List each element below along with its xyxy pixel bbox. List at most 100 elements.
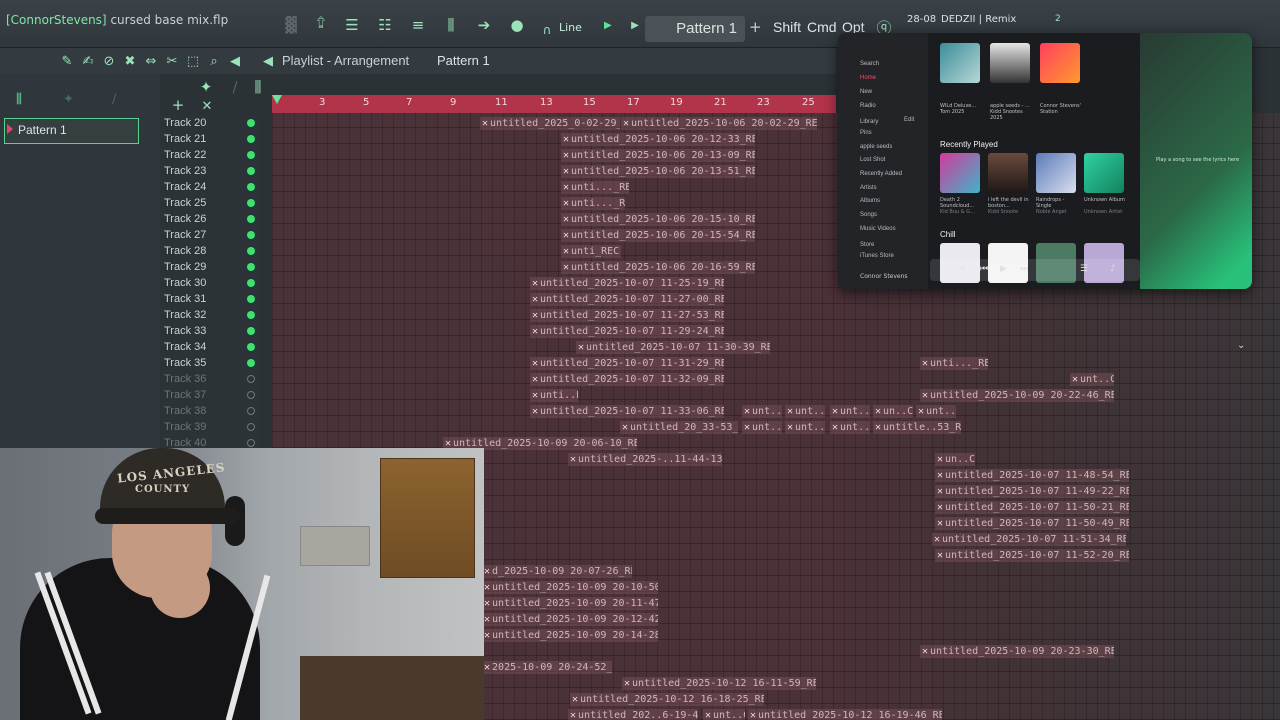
album-cover[interactable] [1084,153,1124,193]
track-mute-led-icon[interactable] [247,151,255,159]
clip-close-icon[interactable]: ✕ [484,566,490,577]
clip-close-icon[interactable]: ✕ [563,198,569,209]
audio-clip[interactable]: ✕untitled_2025-10-09 20-12-42_REC [482,613,658,626]
clip-close-icon[interactable]: ✕ [624,678,630,689]
track-header[interactable]: Track 36 [160,371,260,387]
audio-clip[interactable]: ✕unt..C [916,405,956,418]
audio-clip[interactable]: ✕ untitled_2025-10-07 11-25-19_REC [530,277,724,290]
automation-tools-icon[interactable]: ∕ [224,76,246,98]
audio-clip[interactable]: ✕ untitled_2025-10-07 11-33-06_REC [530,405,724,418]
audio-clip[interactable]: ✕ untitled_2025-10-07 11-48-54_REC [935,469,1129,482]
track-header[interactable]: Track 30 [160,275,260,291]
next-icon[interactable]: ➔ [473,14,495,36]
audio-clip[interactable]: ✕untitled_2025-10-09 20-14-28_REC [482,629,658,642]
music-sidebar-item[interactable]: Songs [860,212,877,218]
clip-close-icon[interactable]: ✕ [705,710,711,720]
track-mute-led-icon[interactable] [247,375,255,383]
track-header[interactable]: Track 31 [160,291,260,307]
audio-clip[interactable]: ✕unt..C [1070,373,1114,386]
playlist-menu-icon[interactable]: ◀ [257,50,279,72]
audio-clip[interactable]: ✕unti..._REC [561,197,625,210]
audio-clip[interactable]: ✕ untitled_2025-10-07 11-30-39_REC [576,341,770,354]
track-header[interactable]: Track 29 [160,259,260,275]
album-cover[interactable] [940,43,980,83]
chill-heading[interactable]: Chill [940,230,956,239]
track-mute-led-icon[interactable] [247,247,255,255]
track-mute-led-icon[interactable] [247,423,255,431]
volume-icon[interactable]: ♪ [1110,264,1116,274]
news-title[interactable]: DEDZII | Remix [941,14,1016,25]
audio-clip[interactable]: ✕ untitled_2025-10-12 16-11-59_REC [622,677,816,690]
audio-clip[interactable]: ✕untitled_2025-10-09 20-10-50_REC [482,581,658,594]
scroll-down-chevron-icon[interactable]: ⌄ [1237,340,1245,351]
audio-clip[interactable]: ✕ untitled_2025-10-07 11-50-49_REC [935,517,1129,530]
track-header[interactable]: Track 33 [160,323,260,339]
clip-close-icon[interactable]: ✕ [484,582,490,593]
paint-icon[interactable]: ✍ [77,50,99,72]
playlist-icon[interactable]: ☰ [341,14,363,36]
clip-close-icon[interactable]: ✕ [622,422,628,433]
clip-close-icon[interactable]: ✕ [532,310,538,321]
music-sidebar-item[interactable]: Lost Shot [860,157,885,163]
track-mute-led-icon[interactable] [247,391,255,399]
audio-clip[interactable]: ✕ untitled_2025-10-07 11-27-53_REC [530,309,724,322]
clip-close-icon[interactable]: ✕ [937,518,943,529]
audio-clip[interactable]: ✕unt..C [742,421,782,434]
audio-clip[interactable]: ✕unt..C [785,421,825,434]
music-sidebar-item[interactable]: iTunes Store [860,253,894,259]
track-mute-led-icon[interactable] [247,183,255,191]
clip-close-icon[interactable]: ✕ [570,454,576,465]
audio-view-icon[interactable]: ✦ [63,92,74,107]
audio-clip[interactable]: ✕unt..C [785,405,825,418]
clip-close-icon[interactable]: ✕ [532,406,538,417]
audio-clip[interactable]: ✕ unti_REC [561,245,621,258]
clip-close-icon[interactable]: ✕ [563,246,569,257]
clip-close-icon[interactable]: ✕ [563,230,569,241]
music-sidebar-item[interactable]: Music Videos [860,226,896,232]
audio-clip[interactable]: ✕ untitled_2025-10-07 11-50-21_REC [935,501,1129,514]
audio-clip[interactable]: ✕ untitled_2025-10-06 20-16-59_REC [561,261,755,274]
music-sidebar-item[interactable]: Store [860,242,874,248]
mic-icon[interactable]: ● [506,14,528,36]
audio-clip[interactable]: ✕ untitled_2025-10-07 11-49-22_REC [935,485,1129,498]
audio-clip[interactable]: ✕2025-10-09 20-24-52_REC [482,661,612,674]
audio-clip[interactable]: ✕ untitled_2025-10-07 11-27-00_REC [530,293,724,306]
clip-close-icon[interactable]: ✕ [532,374,538,385]
clip-close-icon[interactable]: ✕ [744,406,750,417]
track-header[interactable]: Track 25 [160,195,260,211]
audio-clip[interactable]: ✕untitle..53_REC [873,421,961,434]
track-header[interactable]: Track 34 [160,339,260,355]
clip-close-icon[interactable]: ✕ [578,342,584,353]
track-header[interactable]: Track 27 [160,227,260,243]
album-cover[interactable] [1036,153,1076,193]
music-sidebar-item[interactable]: Artists [860,185,877,191]
delete-icon[interactable]: ⊘ [98,50,120,72]
clip-close-icon[interactable]: ✕ [532,358,538,369]
next-track-icon[interactable]: ⏭ [1020,264,1028,274]
clip-close-icon[interactable]: ✕ [623,118,629,129]
audio-clip[interactable]: ✕ untitled_2025-10-06 20-12-33_REC [561,133,755,146]
audio-clip[interactable]: ✕ untitled_2025-10-06 20-15-10_REC [561,213,755,226]
clip-close-icon[interactable]: ✕ [563,182,569,193]
music-sidebar-item[interactable]: Recently Added [860,171,902,177]
music-sidebar-item[interactable]: Pins [860,130,872,136]
play-pattern-icon[interactable]: ▶ [624,14,646,36]
clip-close-icon[interactable]: ✕ [563,134,569,145]
audio-clip[interactable]: ✕ untitled_2025-10-07 11-29-24_REC [530,325,724,338]
track-header[interactable]: Track 39 [160,419,260,435]
album-cover[interactable] [990,43,1030,83]
audio-clip[interactable]: ✕ untitled_2025-10-12 16-18-25_REC [570,693,764,706]
station-cover[interactable] [1040,43,1080,83]
clip-close-icon[interactable]: ✕ [572,694,578,705]
track-mute-led-icon[interactable] [247,295,255,303]
music-sidebar-item[interactable]: Home [860,75,876,81]
playback-icon[interactable]: ◀ [224,50,246,72]
sidebar-edit-button[interactable]: Edit [904,117,914,123]
shift-button[interactable]: Shift [773,19,801,35]
audio-clip[interactable]: ✕unt..C [742,405,782,418]
audio-clip[interactable]: ✕ d_2025-10-09 20-07-26_REC [482,565,632,578]
snap-mode-select[interactable]: Line [559,21,582,34]
pattern-list-item[interactable]: Pattern 1 [4,118,139,144]
clip-close-icon[interactable]: ✕ [563,262,569,273]
album-cover[interactable] [940,153,980,193]
